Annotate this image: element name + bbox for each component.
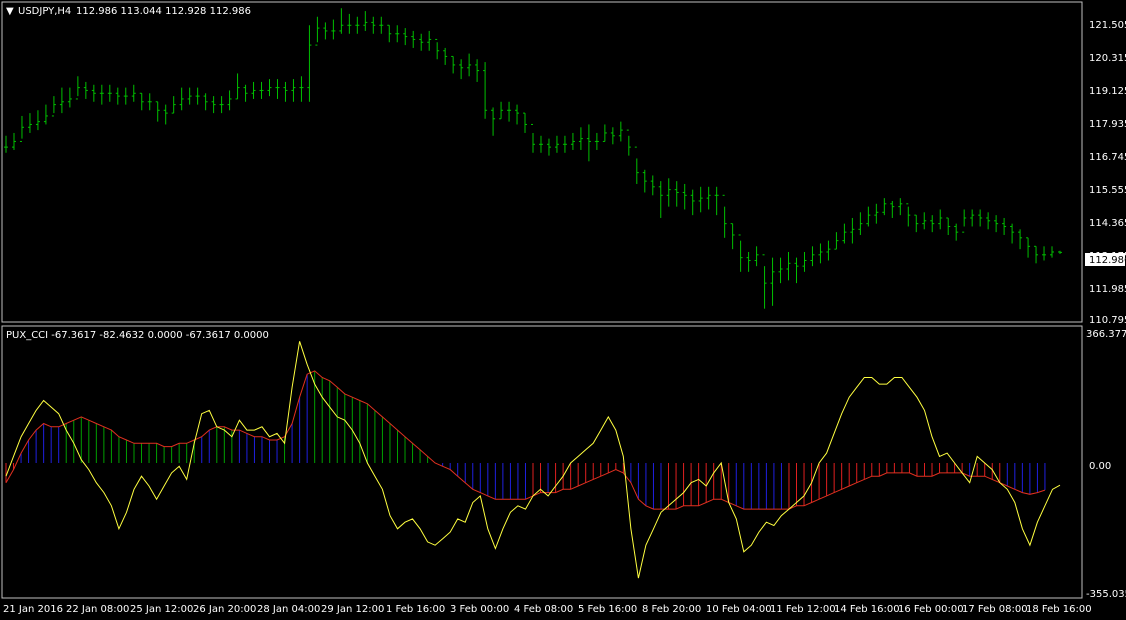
indicator-tick: 366.377	[1086, 329, 1126, 340]
chart-background	[0, 0, 1126, 620]
price-tick: 121.505	[1089, 20, 1126, 31]
price-tick: 116.745	[1089, 152, 1126, 163]
indicator-label: PUX_CCI -67.3617 -82.4632 0.0000 -67.361…	[6, 330, 269, 341]
time-tick: 14 Feb 16:00	[834, 604, 900, 615]
time-tick: 5 Feb 16:00	[578, 604, 637, 615]
time-tick: 21 Jan 2016	[3, 604, 63, 615]
time-tick: 25 Jan 12:00	[130, 604, 193, 615]
time-tick: 18 Feb 16:00	[1026, 604, 1092, 615]
symbol-label: USDJPY,H4	[18, 6, 71, 17]
time-axis: 21 Jan 2016 22 Jan 08:00 25 Jan 12:00 26…	[3, 604, 1092, 615]
chart-root: ▼ USDJPY,H4 112.986 113.044 112.928 112.…	[0, 0, 1126, 620]
time-tick: 11 Feb 12:00	[770, 604, 836, 615]
price-tick: 110.795	[1089, 315, 1126, 326]
price-tick: 111.985	[1089, 284, 1126, 295]
time-tick: 26 Jan 20:00	[193, 604, 256, 615]
time-tick: 8 Feb 20:00	[642, 604, 701, 615]
time-tick: 28 Jan 04:00	[257, 604, 320, 615]
time-tick: 4 Feb 08:00	[514, 604, 573, 615]
price-tick: 115.555	[1089, 185, 1126, 196]
indicator-tick: 0.00	[1089, 461, 1111, 472]
ohlc-label: 112.986 113.044 112.928 112.986	[76, 6, 251, 17]
time-tick: 10 Feb 04:00	[706, 604, 772, 615]
symbol-dropdown-icon[interactable]: ▼	[6, 6, 14, 17]
price-tick: 119.125	[1089, 86, 1126, 97]
price-tick: 120.315	[1089, 53, 1126, 64]
time-tick: 22 Jan 08:00	[66, 604, 129, 615]
time-tick: 29 Jan 12:00	[321, 604, 384, 615]
time-tick: 16 Feb 00:00	[898, 604, 964, 615]
time-tick: 17 Feb 08:00	[962, 604, 1028, 615]
price-tick: 114.365	[1089, 218, 1126, 229]
indicator-tick: -355.0357	[1086, 589, 1126, 600]
time-tick: 1 Feb 16:00	[386, 604, 445, 615]
current-price-label: 112.986	[1089, 255, 1126, 266]
price-tick: 117.935	[1089, 119, 1126, 130]
time-tick: 3 Feb 00:00	[450, 604, 509, 615]
